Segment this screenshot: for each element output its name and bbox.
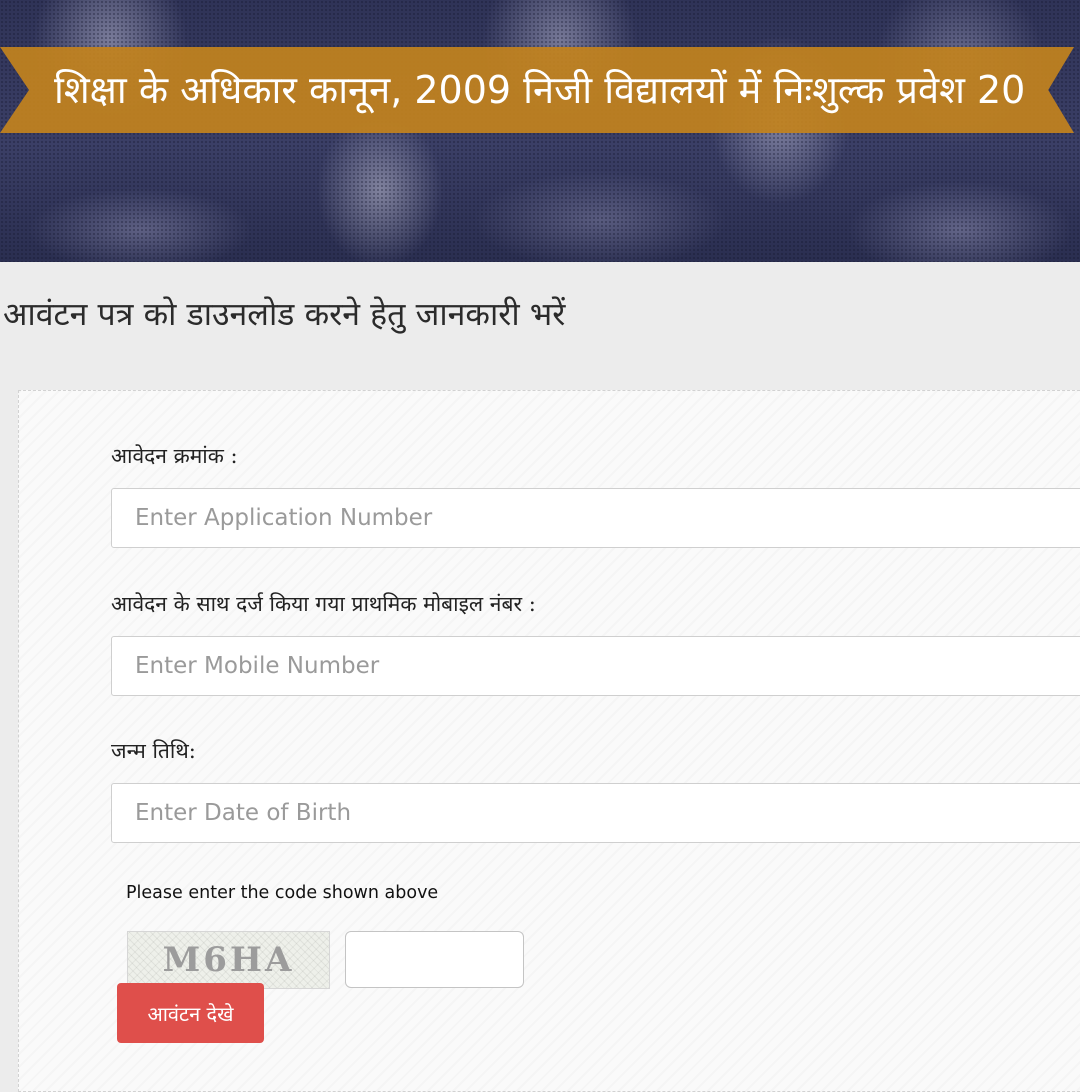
mobile-number-label: आवेदन के साथ दर्ज किया गया प्राथमिक मोबा… (111, 592, 536, 616)
captcha-instruction: Please enter the code shown above (126, 883, 439, 903)
application-number-label: आवेदन क्रमांक : (111, 444, 238, 468)
captcha-code: M6HA (162, 940, 295, 980)
application-number-input[interactable] (111, 488, 1080, 548)
hero-banner: शिक्षा के अधिकार कानून, 2009 निजी विद्या… (0, 0, 1080, 262)
page-title: आवंटन पत्र को डाउनलोड करने हेतु जानकारी … (3, 295, 566, 333)
captcha-image: M6HA (127, 931, 330, 989)
banner-title: शिक्षा के अधिकार कानून, 2009 निजी विद्या… (54, 68, 1026, 112)
date-of-birth-label: जन्म तिथि: (111, 739, 196, 763)
captcha-input[interactable] (345, 931, 524, 988)
mobile-number-input[interactable] (111, 636, 1080, 696)
view-allotment-button[interactable]: आवंटन देखे (117, 983, 264, 1043)
date-of-birth-input[interactable] (111, 783, 1080, 843)
